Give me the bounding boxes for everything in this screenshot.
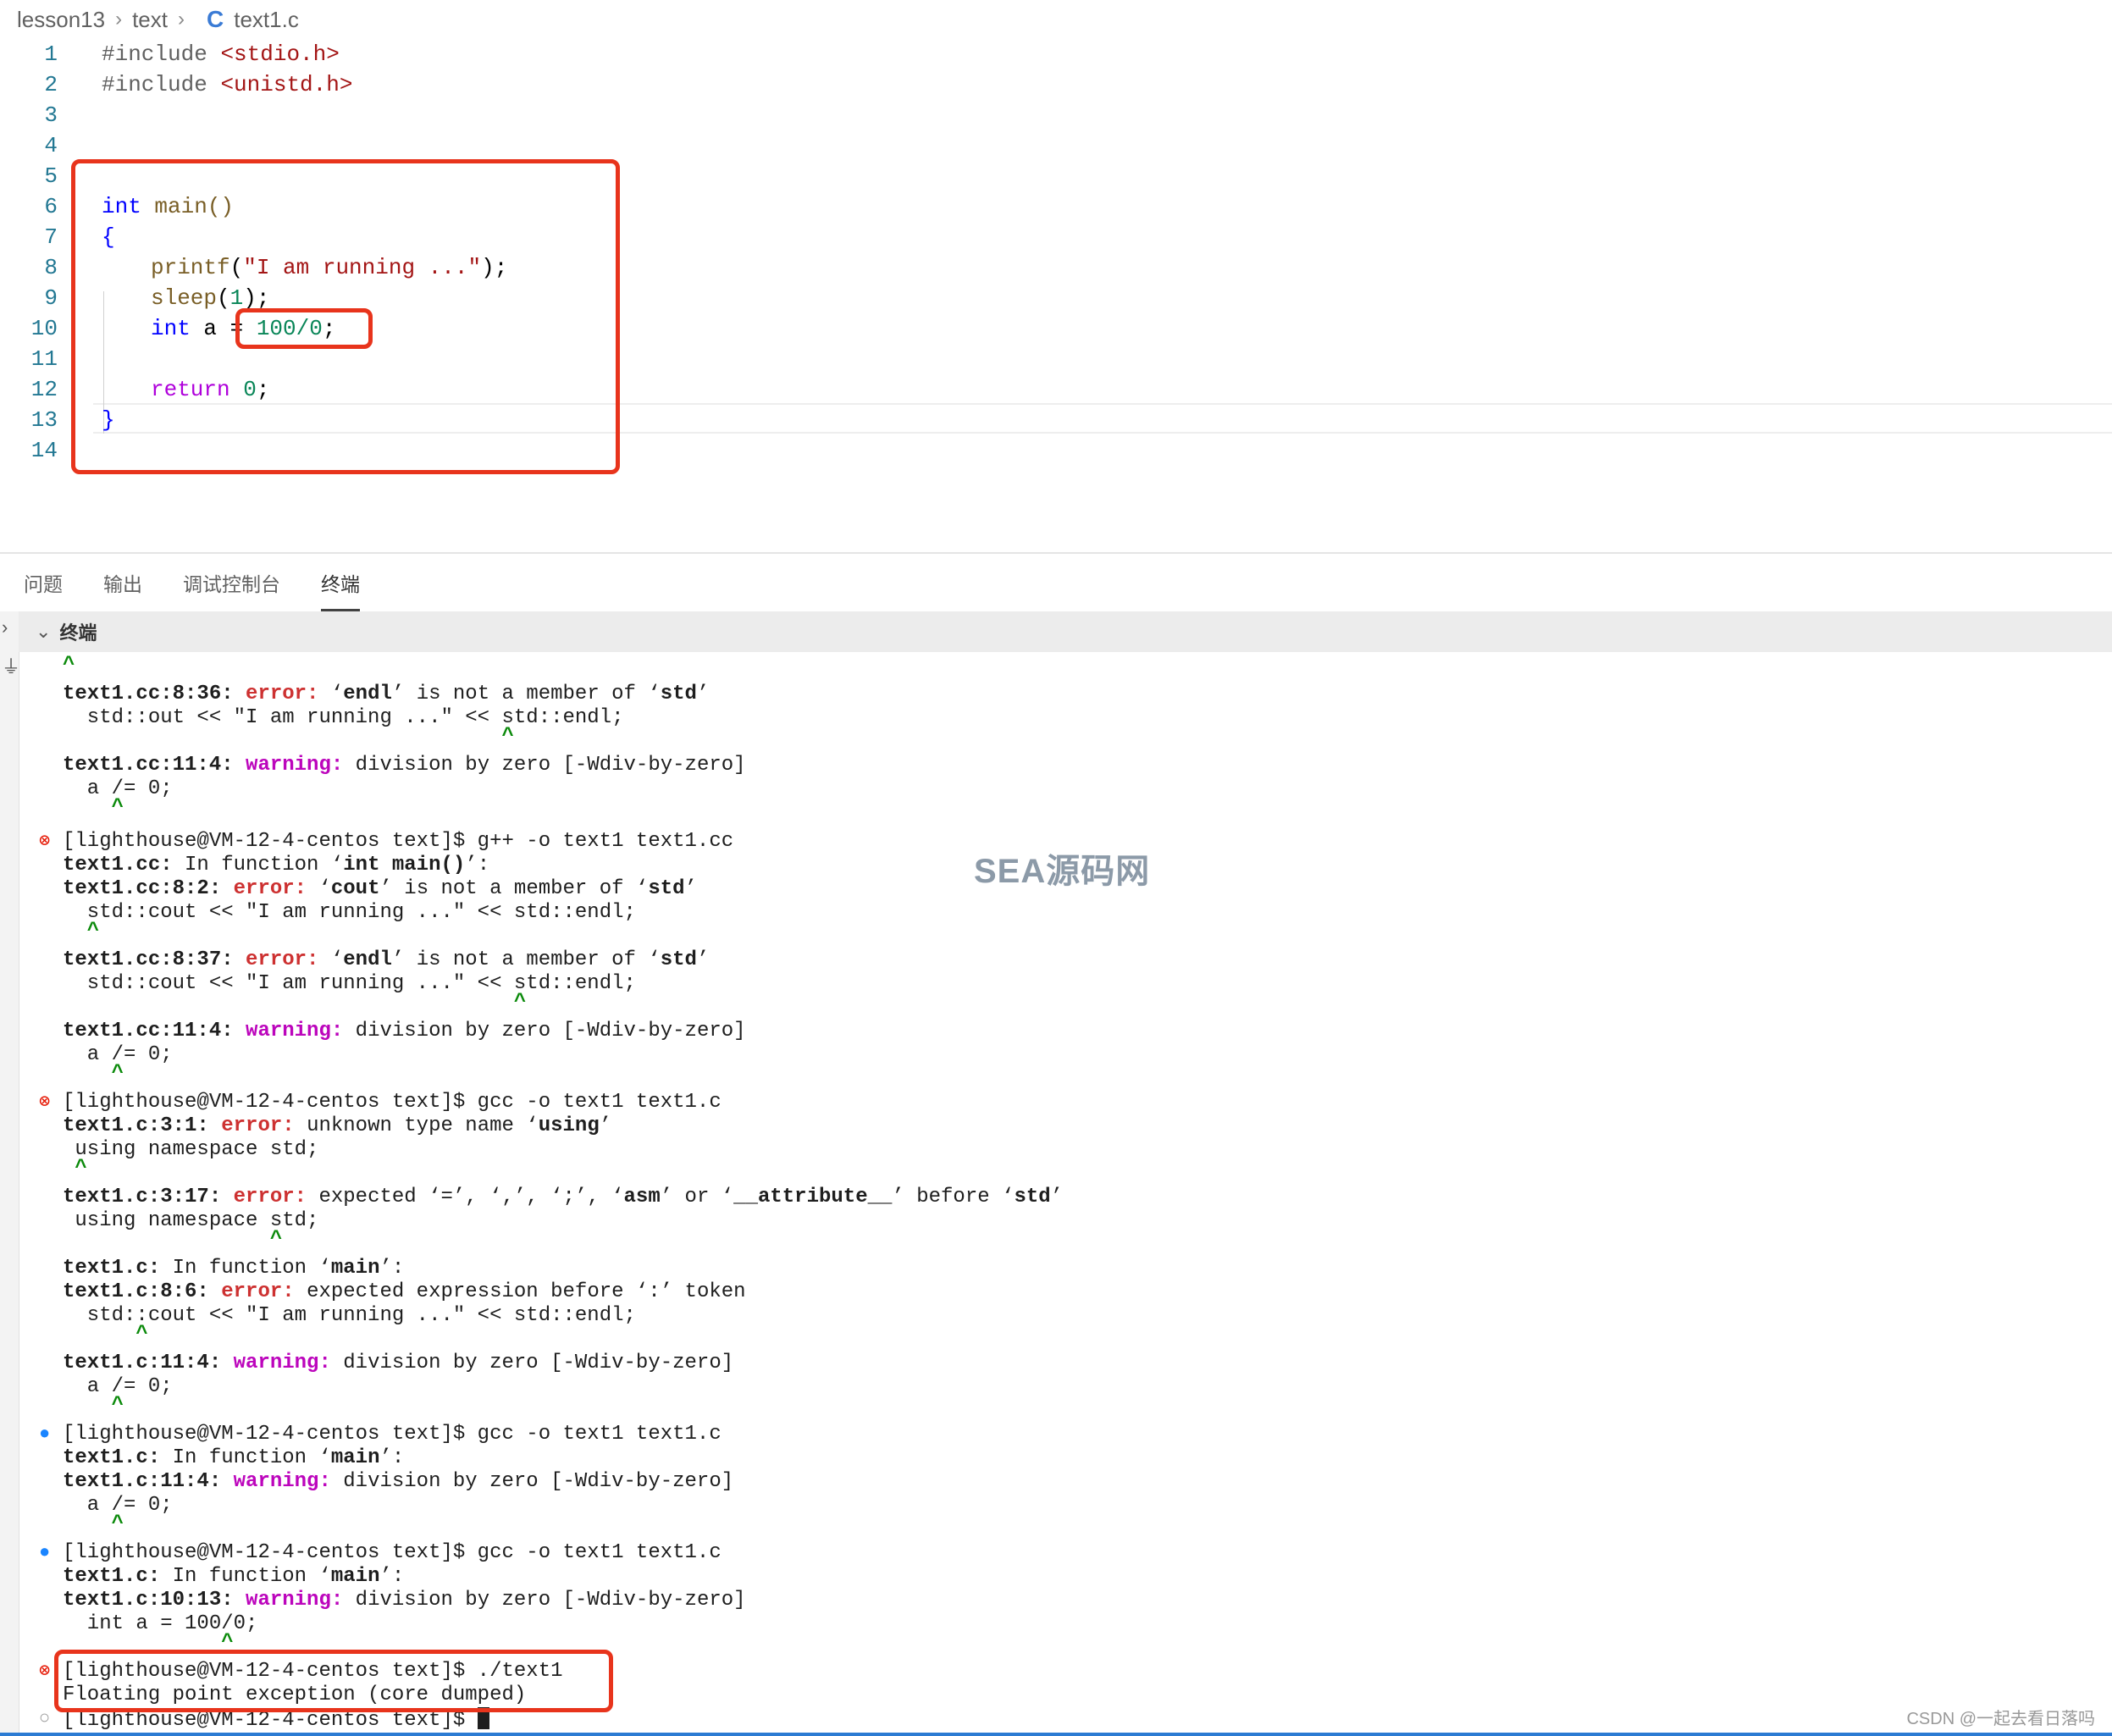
breadcrumb-folder-lesson13[interactable]: lesson13 [17, 7, 105, 33]
terminal-line: ^ [63, 1394, 124, 1417]
error-status-icon[interactable]: ⊗ [39, 830, 50, 854]
terminal-line: [lighthouse@VM-12-4-centos text]$ g++ -o… [63, 830, 734, 853]
terminal-line: text1.c: In function ‘main’: [63, 1565, 405, 1588]
line-number: 6 [44, 194, 58, 219]
error-status-icon[interactable]: ⊗ [39, 1660, 50, 1683]
terminal-output[interactable]: ^ text1.cc:8:36: error: ‘endl’ is not a … [0, 654, 2112, 1732]
breadcrumb-folder-text[interactable]: text [132, 7, 168, 33]
terminal-line: using namespace std; [63, 1138, 319, 1161]
terminal-section-title: 终端 [59, 622, 97, 644]
credit-text: CSDN @一起去看日落吗 [1906, 1710, 2095, 1728]
line-number: 3 [44, 102, 58, 128]
line-number: 1 [44, 41, 58, 67]
success-status-icon[interactable]: ● [39, 1541, 50, 1565]
terminal-line: text1.c:11:4: warning: division by zero … [63, 1352, 734, 1374]
tab-output[interactable]: 输出 [80, 556, 142, 611]
line-number: 5 [44, 163, 58, 189]
terminal-line: text1.c: In function ‘main’: [63, 1257, 405, 1280]
terminal-line: text1.c:8:6: error: expected expression … [63, 1280, 746, 1303]
terminal-line: text1.c:11:4: warning: division by zero … [63, 1470, 734, 1493]
panel-divider[interactable] [0, 552, 2112, 554]
tab-debug-console[interactable]: 调试控制台 [159, 556, 280, 611]
panel-tabs: 问题 输出 调试控制台 终端 [0, 556, 377, 611]
c-file-icon: C [207, 6, 224, 32]
terminal-line: text1.cc:8:36: error: ‘endl’ is not a me… [63, 683, 710, 705]
line-number: 8 [44, 255, 58, 280]
terminal-line: [lighthouse@VM-12-4-centos text]$ gcc -o… [63, 1091, 722, 1114]
line-number: 7 [44, 224, 58, 250]
tab-terminal[interactable]: 终端 [297, 556, 360, 611]
code-line: #include <stdio.h> [102, 41, 340, 67]
line-number: 9 [44, 285, 58, 311]
tab-problems[interactable]: 问题 [0, 556, 63, 611]
annotation-box-division-by-zero [235, 308, 373, 349]
watermark: SEA源码网 [974, 853, 1151, 890]
line-number: 12 [30, 377, 58, 402]
terminal-line: ^ [63, 1512, 124, 1535]
line-number: 13 [30, 407, 58, 433]
chevron-right-icon: › [115, 8, 123, 30]
terminal-line: text1.cc:8:2: error: ‘cout’ is not a mem… [63, 877, 697, 900]
annotation-box-floating-point-exception [54, 1650, 613, 1712]
terminal-line: ^ [63, 725, 514, 748]
line-number: 10 [30, 316, 58, 341]
terminal-line: text1.cc: In function ‘int main()’: [63, 854, 490, 876]
terminal-line: text1.c:3:17: error: expected ‘=’, ‘,’, … [63, 1186, 1064, 1208]
line-number: 14 [30, 438, 58, 463]
terminal-line: ^ [63, 1228, 283, 1251]
status-bar-edge [0, 1733, 2112, 1736]
terminal-line: ^ [63, 991, 527, 1014]
line-number: 2 [44, 72, 58, 97]
terminal-line: text1.cc:11:4: warning: division by zero… [63, 1020, 746, 1042]
line-number: 11 [30, 346, 58, 372]
terminal-line: text1.c:10:13: warning: division by zero… [63, 1589, 746, 1612]
chevron-right-icon[interactable]: › [2, 616, 8, 639]
breadcrumb-file[interactable]: text1.c [234, 7, 299, 33]
terminal-line: text1.c:3:1: error: unknown type name ‘u… [63, 1114, 612, 1137]
terminal-line: std::cout << "I am running ..." << std::… [63, 1304, 636, 1327]
success-status-icon[interactable]: ● [39, 1423, 50, 1446]
terminal-line: [lighthouse@VM-12-4-centos text]$ gcc -o… [63, 1541, 722, 1564]
terminal-line: ^ [63, 1157, 87, 1180]
terminal-section-header[interactable]: ⌄ 终端 [19, 611, 2112, 652]
terminal-line: text1.c: In function ‘main’: [63, 1446, 405, 1469]
terminal-line: ^ [63, 796, 124, 819]
chevron-right-icon: › [178, 8, 185, 30]
terminal-line: [lighthouse@VM-12-4-centos text]$ gcc -o… [63, 1423, 722, 1446]
code-line: #include <unistd.h> [102, 72, 353, 97]
terminal-line: ^ [63, 1323, 148, 1346]
terminal-line: text1.cc:8:37: error: ‘endl’ is not a me… [63, 948, 710, 971]
error-status-icon[interactable]: ⊗ [39, 1091, 50, 1114]
terminal-line: ^ [63, 1062, 124, 1085]
breadcrumb: lesson13 › text › C text1.c [17, 3, 299, 36]
terminal-line: text1.cc:11:4: warning: division by zero… [63, 754, 746, 777]
line-number: 4 [44, 133, 58, 158]
idle-status-icon[interactable]: ○ [39, 1707, 50, 1731]
code-editor[interactable]: 1 #include <stdio.h> 2 #include <unistd.… [0, 39, 2112, 547]
terminal-line: ^ [63, 654, 75, 677]
chevron-down-icon[interactable]: ⌄ [36, 621, 51, 643]
terminal-line: std::cout << "I am running ..." << std::… [63, 901, 636, 924]
terminal-line: ^ [63, 920, 100, 943]
